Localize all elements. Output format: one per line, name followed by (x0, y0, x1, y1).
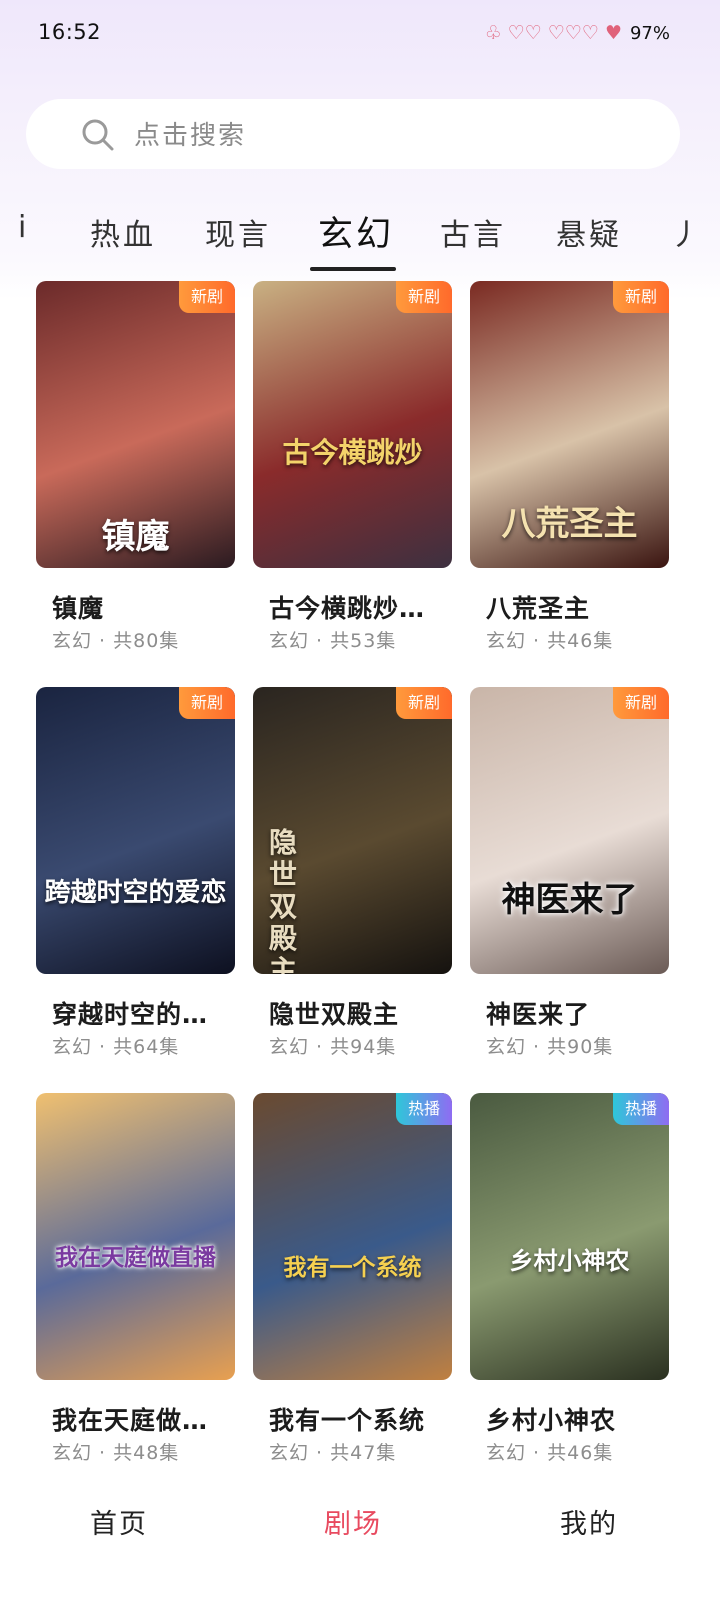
card-meta: 玄幻 · 共94集 (269, 1036, 397, 1058)
drama-card[interactable]: 我在天庭做直播 我在天庭做… 玄幻 · 共48集 (36, 1093, 235, 1464)
poster-title-art: 跨越时空的爱恋 (44, 878, 227, 908)
badge: 新剧 (395, 281, 452, 313)
badge: 新剧 (395, 687, 452, 719)
poster-image (36, 1093, 235, 1380)
poster[interactable]: 古今横跳炒 新剧 (253, 281, 452, 568)
poster[interactable]: 我在天庭做直播 (36, 1093, 235, 1380)
card-title: 穿越时空的… (52, 1000, 209, 1029)
poster[interactable]: 隐世双殿主 新剧 (253, 687, 452, 974)
tab-xuanhuan[interactable]: 玄幻 (318, 206, 394, 257)
tab-rexue[interactable]: 热血 (90, 210, 156, 254)
drama-card[interactable]: 八荒圣主 新剧 八荒圣主 玄幻 · 共46集 (470, 281, 669, 652)
tab-guyan[interactable]: 古言 (440, 210, 506, 254)
poster-title-art: 隐世双殿主 (268, 826, 297, 975)
badge: 新剧 (178, 281, 235, 313)
tab-xuanyi[interactable]: 悬疑 (556, 210, 622, 254)
notification-icon: ♧ (484, 22, 502, 44)
drama-card[interactable]: 跨越时空的爱恋 新剧 穿越时空的… 玄幻 · 共64集 (36, 687, 235, 1058)
poster-image (470, 1093, 669, 1380)
tab-partial-left[interactable]: i (18, 210, 29, 245)
card-title: 神医来了 (486, 1000, 591, 1029)
sticker-icon: ♡♡♡ (547, 22, 599, 44)
card-meta: 玄幻 · 共46集 (486, 630, 614, 652)
search-placeholder: 点击搜索 (134, 121, 247, 151)
tab-xianyan[interactable]: 现言 (205, 210, 271, 254)
nav-mine[interactable]: 我的 (560, 1502, 618, 1541)
nav-theater[interactable]: 剧场 (324, 1502, 382, 1541)
card-meta: 玄幻 · 共47集 (269, 1442, 397, 1464)
tab-indicator (310, 267, 396, 271)
poster[interactable]: 八荒圣主 新剧 (470, 281, 669, 568)
card-title: 乡村小神农 (486, 1406, 617, 1435)
badge: 新剧 (612, 281, 669, 313)
tab-partial-right[interactable]: 丿 (670, 210, 703, 254)
card-title: 古今横跳炒… (269, 594, 426, 623)
bottom-nav: 首页 剧场 我的 (0, 1480, 720, 1600)
poster-image (253, 1093, 452, 1380)
poster[interactable]: 神医来了 新剧 (470, 687, 669, 974)
poster[interactable]: 乡村小神农 热播 (470, 1093, 669, 1380)
card-title: 八荒圣主 (486, 594, 591, 623)
poster-image (253, 281, 452, 568)
card-title: 隐世双殿主 (269, 1000, 400, 1029)
poster-title-art: 镇魔 (101, 517, 170, 557)
badge: 新剧 (178, 687, 235, 719)
drama-card[interactable]: 隐世双殿主 新剧 隐世双殿主 玄幻 · 共94集 (253, 687, 452, 1058)
card-meta: 玄幻 · 共46集 (486, 1442, 614, 1464)
drama-card[interactable]: 神医来了 新剧 神医来了 玄幻 · 共90集 (470, 687, 669, 1058)
drama-card[interactable]: 镇魔 新剧 镇魔 玄幻 · 共80集 (36, 281, 235, 652)
card-meta: 玄幻 · 共80集 (52, 630, 180, 652)
card-meta: 玄幻 · 共90集 (486, 1036, 614, 1058)
drama-card[interactable]: 古今横跳炒 新剧 古今横跳炒… 玄幻 · 共53集 (253, 281, 452, 652)
category-tabs: i 热血 现言 玄幻 古言 悬疑 丿 (0, 200, 720, 276)
search-icon (82, 119, 114, 151)
poster[interactable]: 我有一个系统 热播 (253, 1093, 452, 1380)
card-title: 我在天庭做… (52, 1406, 209, 1435)
drama-card[interactable]: 我有一个系统 热播 我有一个系统 玄幻 · 共47集 (253, 1093, 452, 1464)
nav-home[interactable]: 首页 (90, 1502, 148, 1541)
drama-card[interactable]: 乡村小神农 热播 乡村小神农 玄幻 · 共46集 (470, 1093, 669, 1464)
poster-title-art: 八荒圣主 (501, 504, 638, 544)
battery-heart-icon: ♥ (604, 22, 622, 44)
badge: 热播 (612, 1093, 669, 1125)
poster-image (470, 687, 669, 974)
poster-title-art: 乡村小神农 (509, 1246, 630, 1275)
poster-title-art: 神医来了 (501, 880, 638, 920)
poster[interactable]: 镇魔 新剧 (36, 281, 235, 568)
poster-title-art: 我在天庭做直播 (55, 1244, 216, 1271)
badge: 热播 (395, 1093, 452, 1125)
badge: 新剧 (612, 687, 669, 719)
search-input[interactable]: 点击搜索 (26, 99, 680, 169)
battery-level: 97% (629, 22, 670, 44)
poster-title-art: 我有一个系统 (283, 1254, 422, 1281)
status-time: 16:52 (38, 20, 102, 44)
card-title: 我有一个系统 (269, 1406, 426, 1435)
poster-title-art: 古今横跳炒 (282, 436, 423, 469)
poster-image (36, 687, 235, 974)
card-title: 镇魔 (52, 594, 105, 623)
poster[interactable]: 跨越时空的爱恋 新剧 (36, 687, 235, 974)
status-bar: 16:52 ♧ ♡♡ ♡♡♡ ♥ 97% (0, 0, 720, 68)
card-meta: 玄幻 · 共48集 (52, 1442, 180, 1464)
card-meta: 玄幻 · 共64集 (52, 1036, 180, 1058)
card-meta: 玄幻 · 共53集 (269, 630, 397, 652)
status-icons: ♧ ♡♡ ♡♡♡ ♥ 97% (485, 20, 670, 46)
sticker-icon: ♡♡ (507, 22, 542, 44)
